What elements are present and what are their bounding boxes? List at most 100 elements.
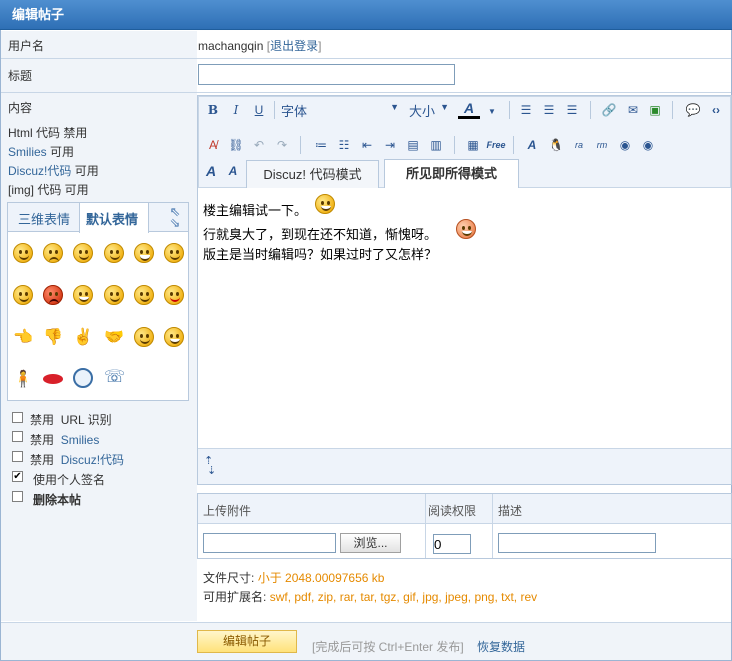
- qq-icon[interactable]: 🐧: [547, 136, 565, 154]
- smiley-icon[interactable]: [164, 327, 184, 347]
- free-icon[interactable]: Free: [487, 136, 506, 154]
- toolbar-separator: [274, 101, 275, 119]
- read-permission-input[interactable]: [433, 534, 471, 554]
- chevron-down-icon: ▼: [390, 102, 399, 112]
- smiley-icon[interactable]: [134, 327, 154, 347]
- logout-link[interactable]: 退出登录: [270, 39, 318, 53]
- size-select[interactable]: 大小 ▼: [409, 101, 449, 119]
- fly-text-icon[interactable]: A: [523, 136, 541, 154]
- indent-icon[interactable]: ⇥: [381, 136, 399, 154]
- smilies-link[interactable]: Smilies: [8, 145, 47, 159]
- handshake-icon[interactable]: 🤝: [104, 327, 124, 347]
- color-swatch: [458, 116, 480, 119]
- lips-icon[interactable]: [43, 374, 63, 384]
- smiley-icon[interactable]: [104, 243, 124, 263]
- smiley-icon[interactable]: [13, 243, 33, 263]
- font-color-button[interactable]: A: [458, 100, 480, 120]
- person-icon[interactable]: 🧍: [13, 369, 33, 389]
- quote-icon[interactable]: 💬: [684, 101, 702, 119]
- wmv-icon[interactable]: ◉: [639, 136, 657, 154]
- hand-left-icon[interactable]: 👈: [13, 327, 33, 347]
- float-left-icon[interactable]: ▤: [404, 136, 422, 154]
- editor-line-2: 行就臭大了，到现在还不知道，惭愧呀。: [203, 227, 438, 242]
- smiley-icon[interactable]: [134, 285, 154, 305]
- smiley-icon[interactable]: [43, 243, 63, 263]
- italic-icon[interactable]: I: [227, 101, 245, 119]
- html-code-status: Html 代码 禁用: [8, 126, 88, 140]
- expand-smiley-icon[interactable]: ⇖ ⇘: [166, 205, 184, 229]
- col-permission: 阅读权限: [428, 504, 477, 518]
- file-size-info: 文件尺寸: 小于 2048.00097656 kb: [203, 571, 385, 585]
- wma-icon[interactable]: ◉: [616, 136, 634, 154]
- align-left-icon[interactable]: ☰: [517, 101, 535, 119]
- font-size-decrease-icon[interactable]: A: [224, 162, 242, 180]
- outdent-icon[interactable]: ⇤: [358, 136, 376, 154]
- submit-edit-button[interactable]: 编辑帖子: [197, 630, 297, 653]
- disable-smilies-label: 禁用 Smilies: [30, 433, 100, 447]
- align-center-icon[interactable]: ☰: [540, 101, 558, 119]
- smiley-icon[interactable]: [134, 243, 154, 263]
- disable-url-checkbox[interactable]: [12, 412, 23, 423]
- img-code-status: [img] 代码 可用: [8, 183, 89, 197]
- remove-format-icon[interactable]: A̸: [204, 136, 222, 154]
- smiley-tab-default[interactable]: 默认表情: [86, 209, 138, 228]
- underline-icon[interactable]: U: [250, 101, 268, 119]
- real-media-icon[interactable]: rm: [593, 136, 611, 154]
- smiley-icon[interactable]: [104, 285, 124, 305]
- title-input[interactable]: [198, 64, 455, 85]
- victory-hand-icon[interactable]: ✌: [73, 327, 93, 347]
- resize-editor-icon[interactable]: ⇡ ⇣: [204, 456, 216, 477]
- disable-url-label: 禁用 URL 识别: [30, 413, 112, 427]
- image-icon[interactable]: ▣: [646, 101, 664, 119]
- email-icon[interactable]: ✉: [624, 101, 642, 119]
- tab-wysiwyg[interactable]: 所见即所得模式: [384, 159, 519, 188]
- code-icon[interactable]: ‹›: [707, 101, 725, 119]
- disable-smilies-checkbox[interactable]: [12, 431, 23, 442]
- shortcut-hint: [完成后可按 Ctrl+Enter 发布]: [312, 640, 464, 654]
- ordered-list-icon[interactable]: ≔: [312, 136, 330, 154]
- smiley-icon[interactable]: [73, 285, 93, 305]
- delete-post-checkbox[interactable]: [12, 491, 23, 502]
- unordered-list-icon[interactable]: ☷: [335, 136, 353, 154]
- use-signature-checkbox[interactable]: ✔: [12, 471, 23, 482]
- disable-discuz-checkbox[interactable]: [12, 451, 23, 462]
- tab-discuz-code[interactable]: Discuz! 代码模式: [246, 160, 379, 188]
- phone-icon[interactable]: ☏: [104, 367, 125, 387]
- real-audio-icon[interactable]: ra: [570, 136, 588, 154]
- font-select-label: 字体: [281, 104, 308, 119]
- attachment-description-input[interactable]: [498, 533, 656, 553]
- font-select[interactable]: 字体 ▼: [281, 101, 401, 119]
- embarrassed-smiley-icon: [456, 219, 476, 239]
- undo-icon[interactable]: ↶: [250, 136, 268, 154]
- font-size-increase-icon[interactable]: A: [202, 162, 220, 180]
- discuz-code-status: Discuz!代码 可用: [8, 162, 99, 179]
- size-select-label: 大小: [409, 104, 436, 119]
- smiley-icon[interactable]: [164, 243, 184, 263]
- content-label: 内容: [8, 101, 33, 115]
- smiley-tab-3d[interactable]: 三维表情: [18, 209, 70, 228]
- chevron-down-icon[interactable]: ▼: [488, 107, 496, 116]
- smiley-icon[interactable]: [13, 285, 33, 305]
- restore-data-link[interactable]: 恢复数据: [477, 638, 525, 655]
- bold-icon[interactable]: B: [204, 101, 222, 119]
- username-text: machangqin: [198, 39, 264, 53]
- float-right-icon[interactable]: ▥: [427, 136, 445, 154]
- page-header: 编辑帖子: [0, 0, 732, 30]
- browse-button[interactable]: 浏览...: [340, 533, 401, 553]
- thumbs-down-icon[interactable]: 👎: [43, 327, 63, 347]
- angry-smiley-icon[interactable]: [43, 285, 63, 305]
- table-icon[interactable]: ▦: [464, 136, 482, 154]
- discuz-code-link[interactable]: Discuz!代码: [8, 164, 71, 178]
- clock-icon[interactable]: [73, 368, 93, 388]
- unlink-icon[interactable]: ⛓: [227, 136, 245, 154]
- smiley-icon[interactable]: [73, 243, 93, 263]
- align-right-icon[interactable]: ☰: [563, 101, 581, 119]
- smiley-icon[interactable]: [164, 285, 184, 305]
- disable-discuz-label: 禁用 Discuz!代码: [30, 453, 125, 467]
- attachment-file-input[interactable]: [203, 533, 336, 553]
- toolbar-separator: [672, 101, 673, 119]
- toolbar-separator: [300, 136, 301, 154]
- discuz-code-state: 可用: [74, 164, 99, 178]
- redo-icon[interactable]: ↷: [273, 136, 291, 154]
- link-icon[interactable]: 🔗: [600, 101, 618, 119]
